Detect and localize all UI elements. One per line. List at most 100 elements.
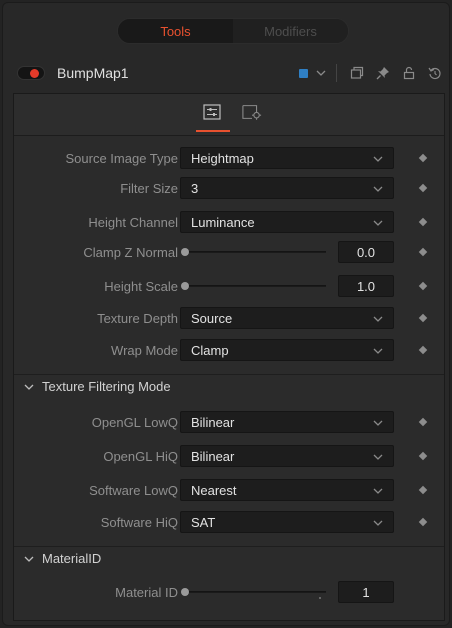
tab-modifiers[interactable]: Modifiers [233, 19, 348, 43]
height-scale-input[interactable]: 1.0 [338, 275, 394, 297]
dropdown-value: SAT [191, 514, 216, 530]
clamp-z-normal-label: Clamp Z Normal [83, 244, 178, 260]
keyframe-diamond-icon[interactable] [418, 345, 428, 355]
settings-tab[interactable] [242, 102, 262, 122]
pin-icon[interactable] [375, 65, 391, 81]
software-hiq-dropdown[interactable]: SAT [180, 511, 394, 533]
material-id-row: Material ID 1 [14, 580, 444, 604]
slider-handle[interactable] [181, 588, 189, 596]
clamp-z-normal-slider[interactable] [184, 251, 326, 253]
control-page-tabs [14, 94, 444, 136]
filter-size-row: Filter Size 3 [14, 176, 444, 200]
settings-icon [242, 105, 262, 120]
height-scale-row: Height Scale 1.0 [14, 274, 444, 298]
chevron-down-icon [373, 156, 383, 162]
dropdown-value: Nearest [191, 482, 237, 498]
section-title: Texture Filtering Mode [42, 379, 171, 394]
texture-depth-dropdown[interactable]: Source [180, 307, 394, 329]
controls-panel: Source Image Type Heightmap Filter Size … [13, 93, 445, 621]
chevron-down-icon [373, 488, 383, 494]
software-hiq-label: Software HiQ [100, 514, 178, 530]
chevron-down-icon [24, 556, 34, 562]
dropdown-value: Heightmap [191, 150, 254, 166]
filter-size-label: Filter Size [120, 180, 178, 196]
header-divider [336, 64, 337, 82]
filter-size-dropdown[interactable]: 3 [180, 177, 394, 199]
keyframe-diamond-icon[interactable] [418, 451, 428, 461]
height-channel-dropdown[interactable]: Luminance [180, 211, 394, 233]
source-image-type-label: Source Image Type [65, 150, 179, 166]
wrap-mode-row: Wrap Mode Clamp [14, 338, 444, 362]
dropdown-value: Source [191, 310, 233, 326]
software-lowq-row: Software LowQ Nearest [14, 478, 444, 502]
opengl-hiq-dropdown[interactable]: Bilinear [180, 445, 394, 467]
opengl-lowq-label: OpenGL LowQ [91, 414, 178, 430]
height-scale-slider[interactable] [184, 285, 326, 287]
material-id-label: Material ID [115, 584, 178, 600]
keyframe-diamond-icon[interactable] [418, 517, 428, 527]
section-title: MaterialID [42, 551, 102, 566]
software-lowq-label: Software LowQ [89, 482, 178, 498]
toggle-dot-icon [30, 69, 39, 78]
opengl-hiq-row: OpenGL HiQ Bilinear [14, 444, 444, 468]
height-channel-label: Height Channel [88, 214, 178, 230]
lock-icon[interactable] [401, 65, 417, 81]
reset-icon[interactable] [427, 65, 443, 81]
keyframe-diamond-icon[interactable] [418, 183, 428, 193]
node-enable-toggle[interactable] [17, 66, 45, 80]
header-actions [299, 61, 447, 85]
height-channel-row: Height Channel Luminance [14, 210, 444, 234]
keyframe-diamond-icon[interactable] [418, 313, 428, 323]
controls-tab[interactable] [202, 102, 222, 122]
source-image-type-dropdown[interactable]: Heightmap [180, 147, 394, 169]
dropdown-value: Luminance [191, 214, 255, 230]
opengl-lowq-row: OpenGL LowQ Bilinear [14, 410, 444, 434]
inspector-tabs: Tools Modifiers [117, 18, 349, 44]
height-scale-label: Height Scale [104, 278, 178, 294]
texture-filtering-section-header[interactable]: Texture Filtering Mode [14, 374, 444, 398]
material-id-section-header[interactable]: MaterialID [14, 546, 444, 570]
keyframe-diamond-icon[interactable] [418, 281, 428, 291]
dropdown-value: Clamp [191, 342, 229, 358]
dropdown-value: 3 [191, 180, 199, 196]
texture-depth-label: Texture Depth [97, 310, 178, 326]
dropdown-value: Bilinear [191, 414, 235, 430]
source-image-type-row: Source Image Type Heightmap [14, 146, 444, 170]
keyframe-diamond-icon[interactable] [418, 485, 428, 495]
software-hiq-row: Software HiQ SAT [14, 510, 444, 534]
inspector-window: Tools Modifiers BumpMap1 Source Image Ty… [2, 2, 450, 626]
opengl-lowq-dropdown[interactable]: Bilinear [180, 411, 394, 433]
slider-handle[interactable] [181, 248, 189, 256]
texture-depth-row: Texture Depth Source [14, 306, 444, 330]
tab-tools[interactable]: Tools [118, 19, 233, 43]
clamp-z-normal-row: Clamp Z Normal 0.0 [14, 240, 444, 264]
material-id-slider[interactable] [184, 591, 326, 593]
slider-default-mark [319, 597, 321, 599]
material-id-input[interactable]: 1 [338, 581, 394, 603]
active-tab-underline [196, 130, 230, 132]
chevron-down-icon[interactable] [316, 68, 326, 78]
chevron-down-icon [373, 420, 383, 426]
controls-icon [203, 104, 221, 120]
chevron-down-icon [373, 520, 383, 526]
window-icon[interactable] [349, 65, 365, 81]
chevron-down-icon [373, 186, 383, 192]
software-lowq-dropdown[interactable]: Nearest [180, 479, 394, 501]
node-color-swatch[interactable] [299, 68, 308, 78]
keyframe-diamond-icon[interactable] [418, 217, 428, 227]
slider-handle[interactable] [181, 282, 189, 290]
keyframe-diamond-icon[interactable] [418, 417, 428, 427]
keyframe-diamond-icon[interactable] [418, 153, 428, 163]
chevron-down-icon [373, 220, 383, 226]
wrap-mode-label: Wrap Mode [111, 342, 178, 358]
node-header: BumpMap1 [17, 61, 447, 85]
wrap-mode-dropdown[interactable]: Clamp [180, 339, 394, 361]
chevron-down-icon [373, 348, 383, 354]
chevron-down-icon [373, 316, 383, 322]
chevron-down-icon [373, 454, 383, 460]
clamp-z-normal-input[interactable]: 0.0 [338, 241, 394, 263]
chevron-down-icon [24, 384, 34, 390]
dropdown-value: Bilinear [191, 448, 235, 464]
keyframe-diamond-icon[interactable] [418, 247, 428, 257]
node-name: BumpMap1 [57, 65, 129, 81]
